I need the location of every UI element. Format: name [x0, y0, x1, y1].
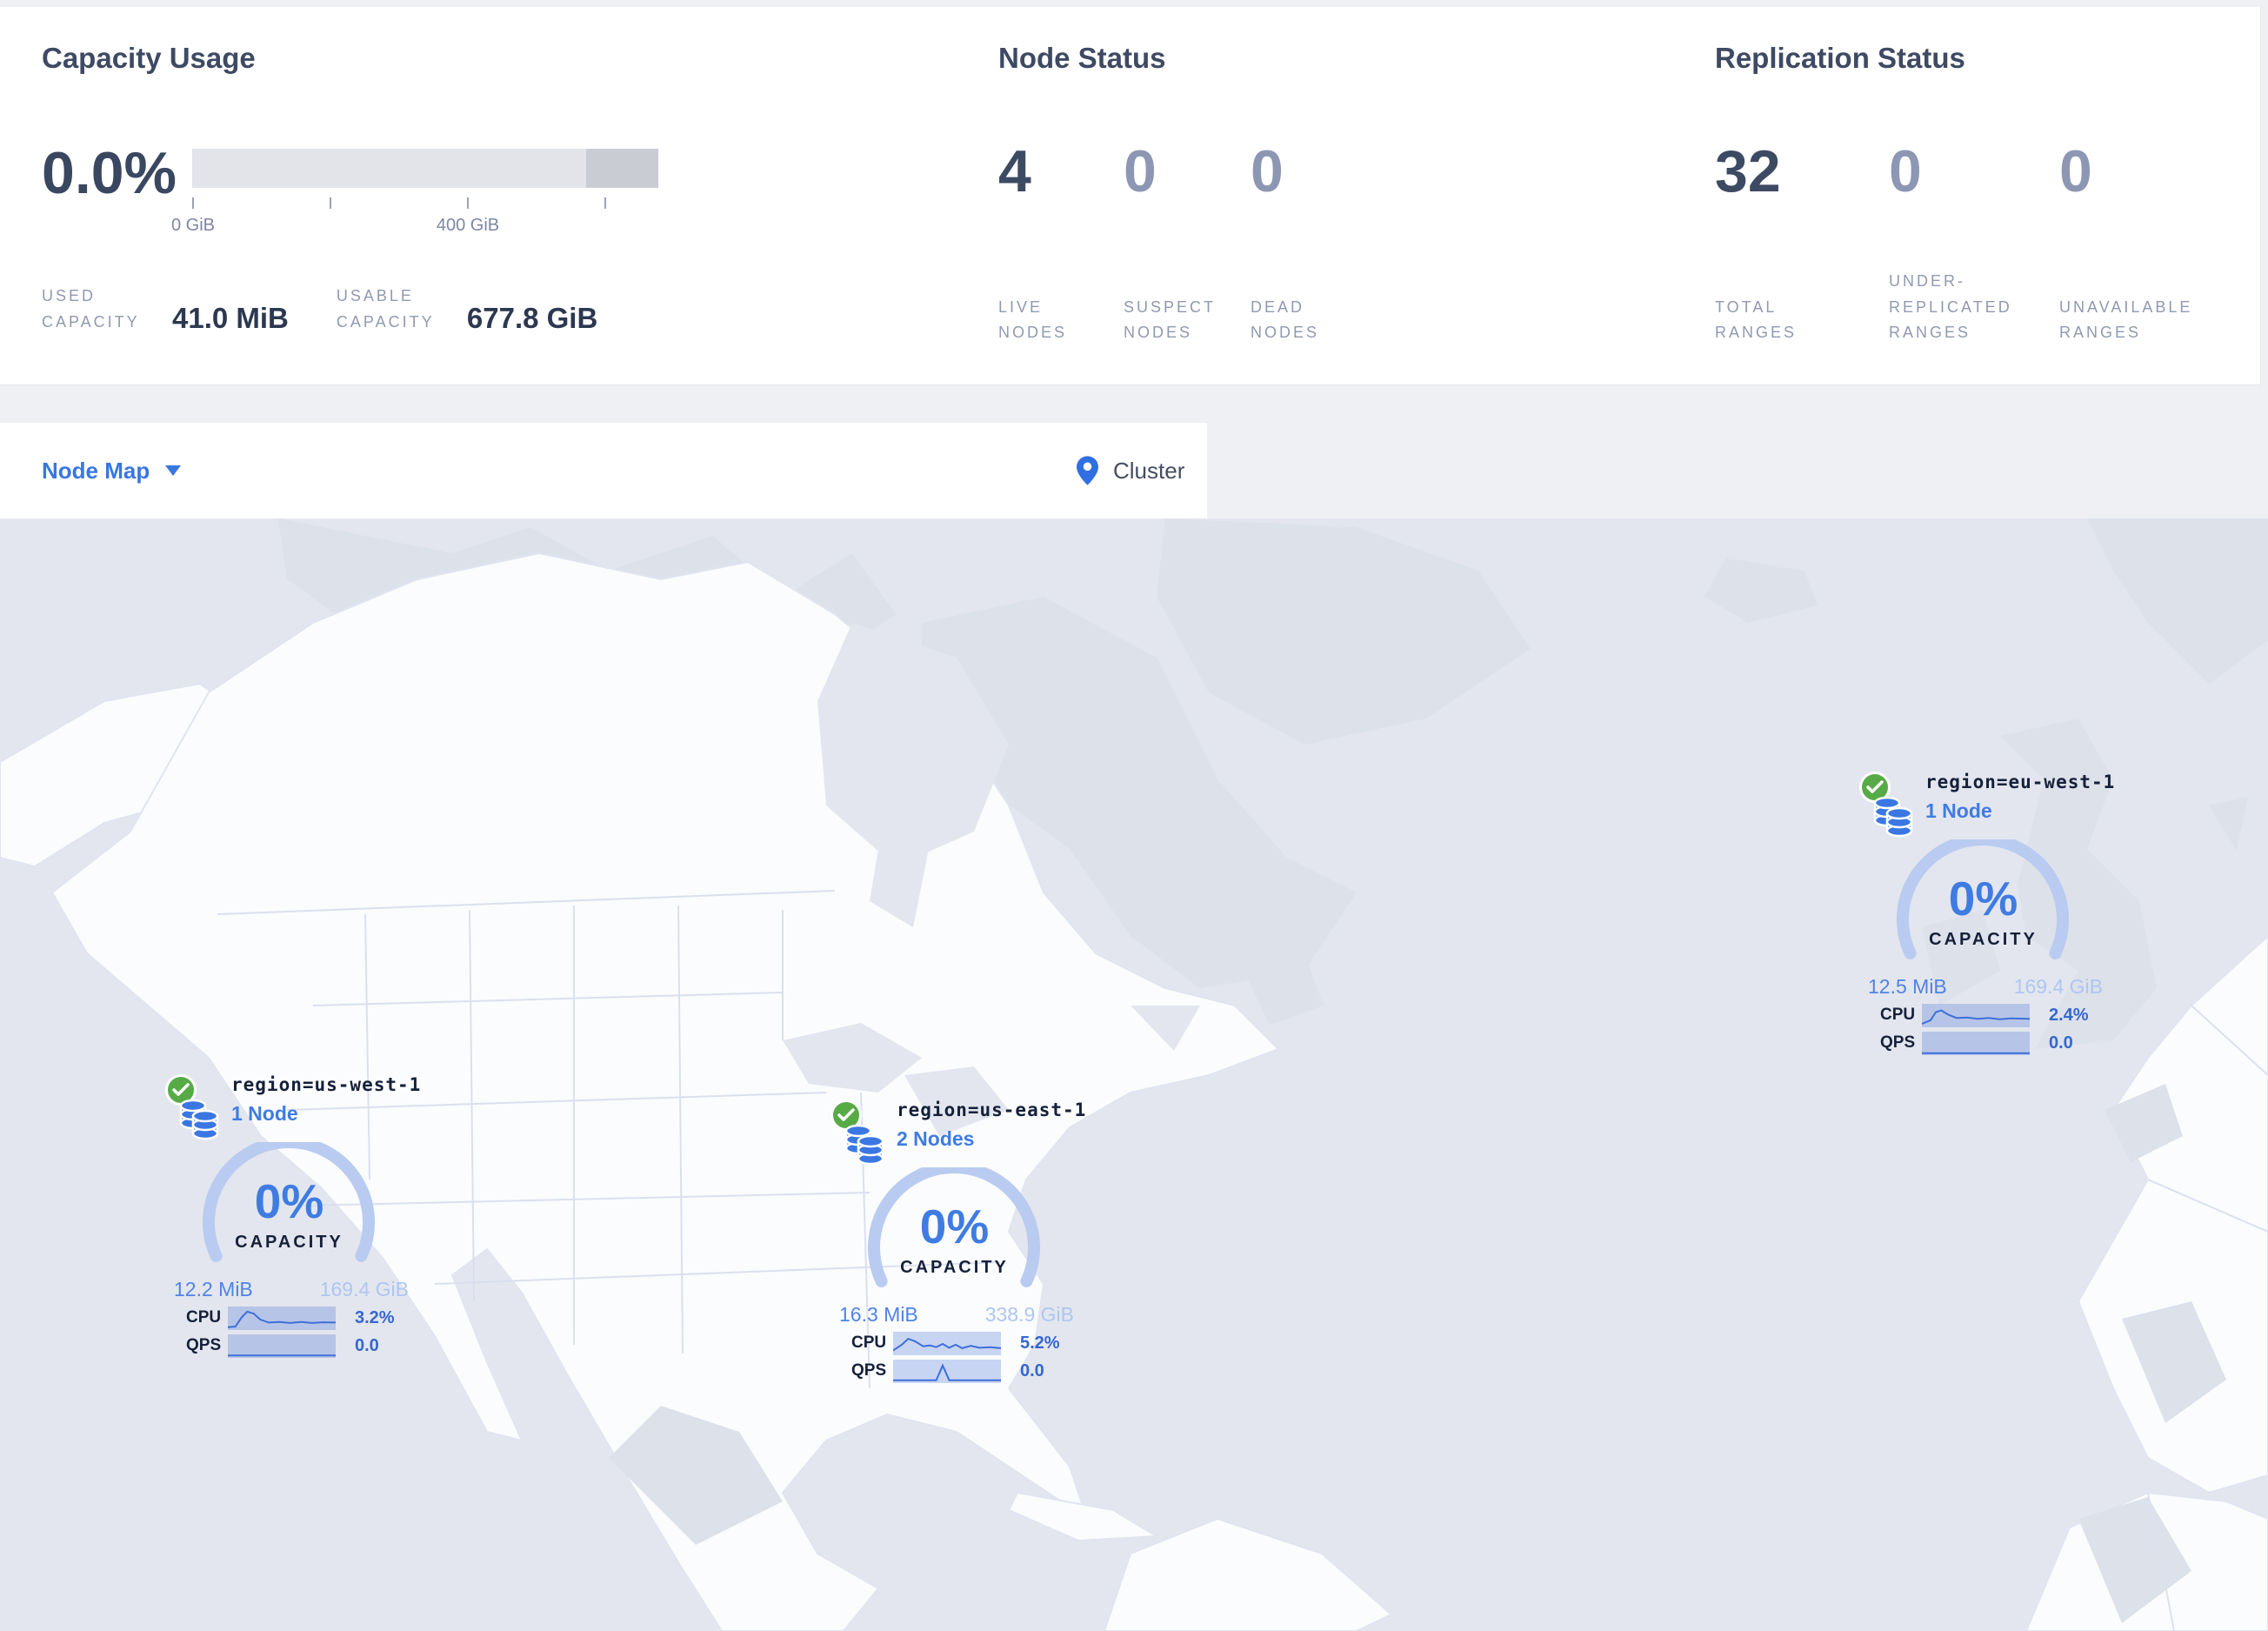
- cpu-value: 2.4%: [2049, 1005, 2089, 1025]
- toolbar-left-bar: Node Map Cluster: [0, 423, 1207, 518]
- breadcrumb[interactable]: Cluster: [1076, 423, 1184, 518]
- stat-value: 0: [1889, 138, 1922, 204]
- stat-value: 0: [2059, 138, 2092, 204]
- node-count-link[interactable]: 1 Node: [1925, 799, 2115, 823]
- used-capacity: 12.5 MiB: [1868, 975, 1947, 998]
- qps-sparkline: [1922, 1031, 2030, 1055]
- gauge-percent: 0%: [254, 1174, 324, 1228]
- stat-label: SUSPECT NODES: [1124, 297, 1216, 342]
- stat-value: 4: [998, 138, 1031, 204]
- cpu-sparkline: [228, 1306, 336, 1330]
- capacity-gauge: 0% CAPACITY: [857, 1161, 1052, 1300]
- usable-capacity-value: 677.8 GiB: [466, 302, 598, 335]
- database-stack-icon: [179, 1099, 219, 1140]
- cpu-label: CPU: [851, 1334, 887, 1352]
- stat-label: UNDER-REPLICATED RANGES: [1889, 271, 2012, 342]
- qps-sparkline: [893, 1359, 1001, 1383]
- chevron-down-icon: [165, 465, 182, 476]
- cluster-summary-card: Capacity Usage 0.0% 0 GiB 400 GiB USED C…: [0, 7, 2261, 385]
- axis-tick: [192, 197, 194, 209]
- total-ranges-stat: 32 TOTAL RANGES: [1715, 7, 1889, 346]
- stat-label: TOTAL RANGES: [1715, 297, 1798, 342]
- axis-tick-label: 400 GiB: [436, 216, 500, 235]
- cpu-label: CPU: [186, 1308, 222, 1327]
- qps-label: QPS: [851, 1361, 887, 1380]
- gauge-percent: 0%: [1948, 872, 2018, 926]
- region-label: region=us-east-1: [897, 1100, 1087, 1120]
- database-stack-icon: [1873, 796, 1913, 838]
- location-pin-icon: [1077, 456, 1098, 485]
- under-replicated-ranges-stat: 0 UNDER-REPLICATED RANGES: [1889, 7, 2059, 346]
- stat-label: UNAVAILABLE RANGES: [2059, 297, 2193, 342]
- axis-tick: [467, 197, 469, 209]
- region-marker-us-west-1[interactable]: region=us-west-1 1 Node 0% CAPACITY 12.2…: [165, 1069, 420, 1358]
- cpu-sparkline: [1922, 1003, 2030, 1027]
- qps-value: 0.0: [1020, 1360, 1044, 1380]
- usable-capacity-label: USABLE CAPACITY: [336, 287, 435, 331]
- stat-label: LIVE NODES: [998, 297, 1068, 342]
- capacity-bar-reserved-segment: [585, 149, 658, 188]
- unavailable-ranges-stat: 0 UNAVAILABLE RANGES: [2059, 7, 2225, 346]
- cpu-label: CPU: [1880, 1006, 1916, 1024]
- region-marker-eu-west-1[interactable]: region=eu-west-1 1 Node 0% CAPACITY 12.5…: [1859, 766, 2114, 1055]
- used-capacity-value: 41.0 MiB: [172, 302, 289, 335]
- node-map[interactable]: region=us-west-1 1 Node 0% CAPACITY 12.2…: [0, 518, 2268, 1631]
- total-capacity: 338.9 GiB: [984, 1303, 1074, 1326]
- region-marker-us-east-1[interactable]: region=us-east-1 2 Nodes 0% CAPACITY 16.…: [830, 1094, 1087, 1383]
- view-selector-dropdown[interactable]: Node Map: [42, 423, 182, 518]
- gauge-caption: CAPACITY: [900, 1258, 1009, 1277]
- node-count-link[interactable]: 1 Node: [231, 1102, 421, 1126]
- region-label: region=us-west-1: [231, 1074, 422, 1095]
- stat-label: DEAD NODES: [1251, 297, 1320, 342]
- capacity-gauge: 0% CAPACITY: [191, 1136, 387, 1274]
- cpu-sparkline: [893, 1331, 1001, 1355]
- live-nodes-stat: 4 LIVE NODES: [998, 7, 1124, 346]
- capacity-details: USED CAPACITY 41.0 MiB USABLE CAPACITY 6…: [42, 284, 645, 335]
- node-status-panel: Node Status 4 LIVE NODES 0 SUSPECT NODES…: [998, 7, 1694, 384]
- axis-tick: [330, 197, 331, 209]
- axis-tick: [604, 197, 606, 209]
- qps-value: 0.0: [2049, 1033, 2073, 1053]
- total-capacity: 169.4 GiB: [2013, 975, 2103, 998]
- gauge-percent: 0%: [919, 1200, 990, 1253]
- cpu-value: 5.2%: [1020, 1333, 1060, 1353]
- node-map-page: Capacity Usage 0.0% 0 GiB 400 GiB USED C…: [0, 0, 2268, 1631]
- axis-tick-label: 0 GiB: [170, 216, 216, 235]
- cpu-value: 3.2%: [355, 1307, 395, 1327]
- map-toolbar: Node Map Cluster 10m Past 10 Minutes: [0, 423, 2268, 926]
- database-stack-icon: [844, 1124, 884, 1166]
- gauge-caption: CAPACITY: [1929, 930, 2038, 949]
- view-selector-label: Node Map: [42, 457, 150, 484]
- replication-status-panel: Replication Status 32 TOTAL RANGES 0 UND…: [1715, 7, 2237, 384]
- capacity-usage-panel: Capacity Usage 0.0% 0 GiB 400 GiB USED C…: [42, 7, 981, 384]
- panel-title: Capacity Usage: [42, 42, 256, 74]
- qps-label: QPS: [186, 1336, 222, 1354]
- capacity-percent: 0.0%: [42, 140, 177, 206]
- stat-value: 32: [1715, 138, 1781, 204]
- region-label: region=eu-west-1: [1925, 772, 2116, 792]
- node-count-link[interactable]: 2 Nodes: [897, 1127, 1086, 1151]
- gauge-caption: CAPACITY: [235, 1233, 344, 1252]
- capacity-bar: [192, 149, 658, 188]
- breadcrumb-label: Cluster: [1113, 457, 1185, 484]
- qps-label: QPS: [1880, 1033, 1916, 1052]
- total-capacity: 169.4 GiB: [319, 1278, 409, 1300]
- qps-value: 0.0: [355, 1335, 379, 1355]
- qps-sparkline: [228, 1334, 336, 1358]
- capacity-gauge: 0% CAPACITY: [1885, 833, 2081, 972]
- dead-nodes-stat: 0 DEAD NODES: [1251, 7, 1398, 346]
- stat-value: 0: [1124, 138, 1157, 204]
- stat-value: 0: [1251, 138, 1284, 204]
- suspect-nodes-stat: 0 SUSPECT NODES: [1124, 7, 1251, 346]
- used-capacity: 12.2 MiB: [174, 1278, 253, 1300]
- used-capacity-label: USED CAPACITY: [42, 287, 140, 331]
- used-capacity: 16.3 MiB: [839, 1303, 918, 1326]
